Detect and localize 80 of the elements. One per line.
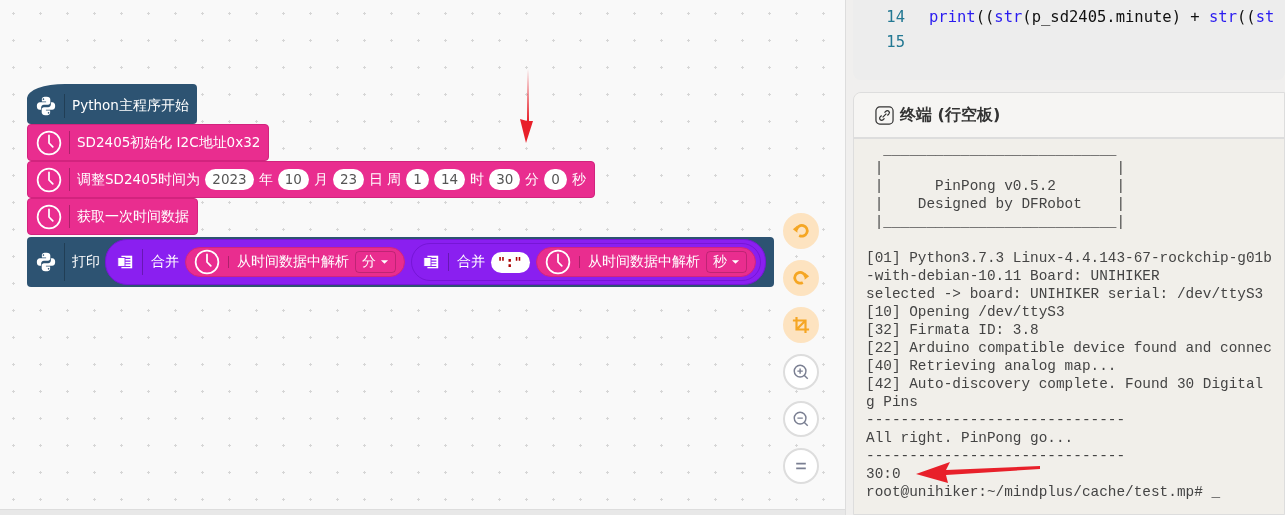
zoom-in-button[interactable] [783,354,819,390]
block-label: 获取一次时间数据 [77,207,189,226]
block-label: 时 [470,170,485,189]
clock-icon [194,249,220,275]
block-label: 打印 [72,253,100,271]
print-block[interactable]: 打印 合并 从时间数据中解析 分 合并 ":" 从时间数据中解析 秒 [27,237,775,287]
caret-icon [380,259,389,265]
number-field[interactable]: 2023 [205,169,254,190]
crop-icon [792,316,810,334]
block-label: 调整SD2405时间为 [77,170,201,189]
block-label: Python主程序开始 [72,97,189,115]
block-label: 年 [258,170,273,189]
terminal-line: All right. PinPong go... [866,429,1074,447]
line-number: 14 [885,7,906,26]
redo-button[interactable] [783,260,819,296]
parse-block[interactable]: 从时间数据中解析 分 [185,247,405,277]
join-block[interactable]: 合并 ":" 从时间数据中解析 秒 [411,243,762,281]
sheet-icon [422,253,440,271]
zoom-out-icon [792,410,810,428]
block-label: 合并 [151,253,179,271]
link-icon [875,105,894,125]
terminal-line: ------------------------------ [866,447,1126,465]
terminal-line: [01] Python3.7.3 Linux-4.4.143-67-rockchip-g01b [866,249,1272,267]
number-field[interactable]: 14 [433,169,466,190]
number-field[interactable]: 10 [277,169,309,190]
clock-icon [545,249,572,275]
undo-icon [792,222,810,240]
parse-block[interactable]: 从时间数据中解析 秒 [536,247,757,277]
clock-icon [36,166,62,193]
banner-line: ___________________________ [882,141,1117,159]
block-label: SD2405初始化 I2C地址0x32 [77,133,261,152]
terminal-line: selected -> board: UNIHIKER serial: /dev/ttyS3 [866,285,1264,303]
redo-icon [792,269,810,287]
start-block[interactable]: Python主程序开始 [27,84,197,124]
terminal-line: [32] Firmata ID: 3.8 [866,321,1039,339]
zoom-in-icon [792,363,810,381]
statement-block[interactable]: 调整SD2405时间为 2023 年 10 月 23 日 周 1 14 时 30 分 0 秒 [27,161,595,198]
number-field[interactable]: 1 [406,169,429,190]
block-label: 合并 [457,253,485,271]
code-line: print((str(p_sd2405.minute) + str((st [929,7,1275,26]
terminal-line: ------------------------------ [866,411,1126,429]
terminal-line: -with-debian-10.11 Board: UNIHIKER [866,267,1160,285]
unit-dropdown[interactable]: 分 [355,251,396,273]
terminal-line: 30:0 [866,465,901,483]
banner-line: | | [873,159,1126,177]
number-field[interactable]: 0 [544,169,567,190]
number-field[interactable]: 23 [332,169,365,190]
text-field[interactable]: ":" [491,251,531,273]
clock-icon [36,203,62,230]
clock-icon [36,129,62,156]
statement-block[interactable]: 获取一次时间数据 [27,198,198,235]
block-label: 月 [313,170,328,189]
block-label: 分 [525,170,540,189]
zoom-out-button[interactable] [783,401,819,437]
statement-block[interactable]: SD2405初始化 I2C地址0x32 [27,124,270,161]
terminal-line: [40] Retrieving analog map... [866,357,1117,375]
caret-icon [731,259,741,265]
python-icon [35,251,57,273]
terminal-line: root@unihiker:~/mindplus/cache/test.mp# _ [866,483,1221,501]
block-label: 秒 [571,170,586,189]
python-icon [35,95,57,117]
banner-line: | Designed by DFRobot | [873,195,1126,213]
block-label: 从时间数据中解析 [588,253,701,271]
reset-zoom-button[interactable] [783,448,819,484]
terminal-line: g Pins [866,393,918,411]
terminal-line: [22] Arduino compatible device found and connec [866,339,1272,357]
banner-line: |___________________________| [873,213,1126,231]
terminal-line: [42] Auto-discovery complete. Found 30 Digital [866,375,1264,393]
block-label: 日 周 [369,170,402,189]
unit-dropdown[interactable]: 秒 [706,251,748,273]
terminal-title: 终端 (行空板) [900,104,1001,126]
block-label: 从时间数据中解析 [237,253,349,271]
join-block[interactable]: 合并 从时间数据中解析 分 合并 ":" 从时间数据中解析 秒 [105,239,767,285]
crop-button[interactable] [783,307,819,343]
banner-line: | PinPong v0.5.2 | [873,177,1126,195]
line-number: 15 [885,32,906,51]
sheet-icon [116,253,134,271]
undo-button[interactable] [783,213,819,249]
terminal-line: [10] Opening /dev/ttyS3 [866,303,1065,321]
number-field[interactable]: 30 [489,169,521,190]
